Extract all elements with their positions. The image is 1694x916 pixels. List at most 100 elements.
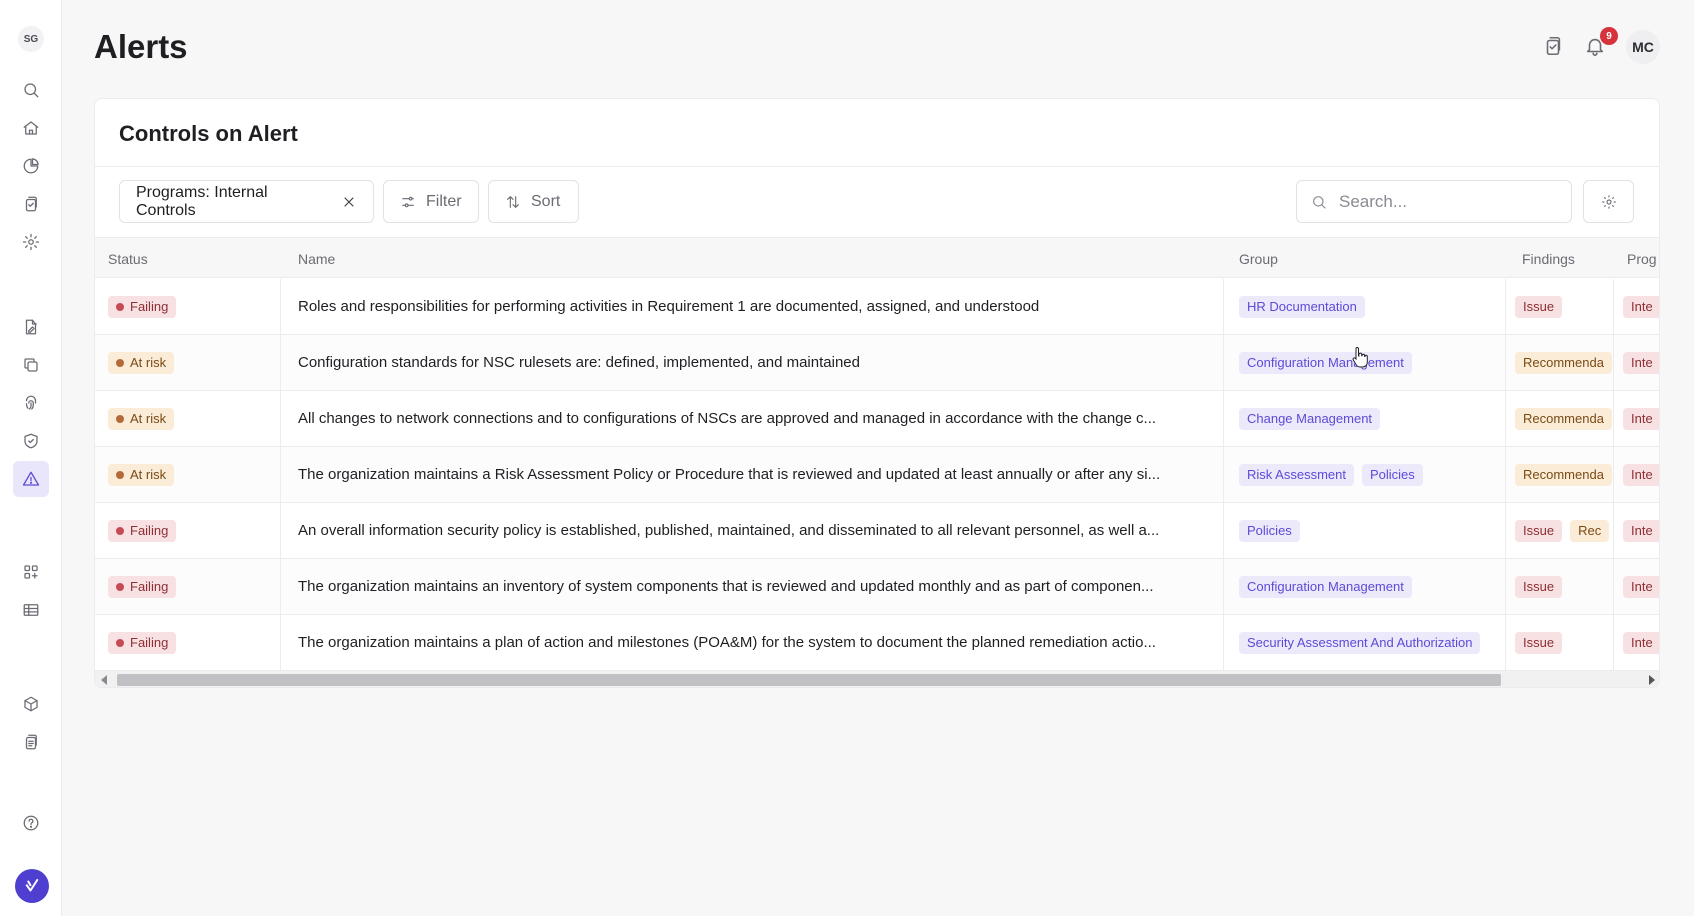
org-switcher[interactable]: SG	[18, 26, 44, 52]
program-tag: Inte	[1623, 575, 1659, 598]
program-tag: Inte	[1623, 295, 1659, 318]
finding-tags: Recommenda	[1515, 447, 1613, 502]
group-tag[interactable]: Configuration Management	[1239, 575, 1412, 598]
group-tags: Policies	[1239, 503, 1300, 558]
card-title: Controls on Alert	[119, 121, 298, 146]
search-field[interactable]	[1296, 180, 1572, 223]
cube-icon[interactable]	[13, 686, 49, 722]
finding-tags: Issue	[1515, 559, 1613, 614]
group-tag[interactable]: Policies	[1239, 519, 1300, 542]
layers-icon[interactable]	[13, 347, 49, 383]
finding-tags: Issue	[1515, 615, 1613, 670]
page-title: Alerts	[94, 28, 188, 65]
column-header-name[interactable]: Name	[298, 251, 335, 267]
control-name[interactable]: The organization maintains a Risk Assess…	[298, 466, 1160, 483]
alert-triangle-icon[interactable]	[13, 461, 49, 497]
group-tags: Configuration Management	[1239, 335, 1412, 390]
group-tags: Configuration Management	[1239, 559, 1412, 614]
group-tag[interactable]: Security Assessment And Authorization	[1239, 631, 1481, 654]
finding-tag: Issue	[1515, 295, 1563, 318]
scrollbar-thumb[interactable]	[117, 674, 1501, 686]
tasks-clipboard-icon[interactable]	[1542, 35, 1566, 59]
finding-tag: Issue	[1515, 519, 1563, 542]
group-tags: Security Assessment And Authorization	[1239, 615, 1481, 670]
home-icon[interactable]	[13, 110, 49, 146]
group-tag[interactable]: HR Documentation	[1239, 295, 1365, 318]
user-avatar[interactable]: MC	[1626, 30, 1660, 64]
group-tag[interactable]: Configuration Management	[1239, 351, 1412, 374]
program-tag: Inte	[1623, 463, 1659, 486]
control-name[interactable]: Configuration standards for NSC rulesets…	[298, 354, 860, 371]
sort-arrows-icon	[507, 195, 519, 208]
table-row[interactable]: Failing An overall information security …	[95, 503, 1659, 559]
status-badge: Failing	[108, 575, 177, 598]
control-name[interactable]: All changes to network connections and t…	[298, 410, 1156, 427]
card-divider	[95, 166, 1659, 167]
control-name[interactable]: The organization maintains an inventory …	[298, 578, 1154, 595]
finding-tags: Recommenda	[1515, 391, 1613, 446]
search-input[interactable]	[1339, 191, 1539, 212]
program-filter-chip[interactable]: Programs: Internal Controls	[119, 180, 374, 223]
finding-tag: Recommenda	[1515, 351, 1612, 374]
filter-button[interactable]: Filter	[383, 180, 479, 223]
table-row[interactable]: At risk All changes to network connectio…	[95, 391, 1659, 447]
control-name[interactable]: An overall information security policy i…	[298, 522, 1159, 539]
pie-chart-icon[interactable]	[13, 148, 49, 184]
document-edit-icon[interactable]	[13, 309, 49, 345]
column-header-status[interactable]: Status	[108, 251, 148, 267]
controls-on-alert-card: Controls on Alert Programs: Internal Con…	[94, 98, 1660, 688]
table-row[interactable]: At risk The organization maintains a Ris…	[95, 447, 1659, 503]
table-row[interactable]: Failing The organization maintains a pla…	[95, 615, 1659, 671]
search-icon	[1313, 195, 1326, 209]
status-badge: At risk	[108, 351, 175, 374]
search-icon[interactable]	[13, 72, 49, 108]
group-tag[interactable]: Policies	[1361, 463, 1423, 486]
gear-icon	[1601, 194, 1616, 209]
group-tag[interactable]: Change Management	[1239, 407, 1381, 430]
program-tag: Inte	[1623, 519, 1659, 542]
control-name[interactable]: The organization maintains a plan of act…	[298, 634, 1156, 651]
grid-plus-icon[interactable]	[13, 554, 49, 590]
finding-tag: Recommenda	[1515, 463, 1612, 486]
scroll-left-arrow[interactable]	[101, 675, 107, 685]
table-icon[interactable]	[13, 592, 49, 628]
finding-tag: Issue	[1515, 631, 1563, 654]
status-badge: Failing	[108, 295, 177, 318]
table-row[interactable]: Failing The organization maintains an in…	[95, 559, 1659, 615]
sort-button[interactable]: Sort	[488, 180, 579, 223]
group-tag[interactable]: Risk Assessment	[1239, 463, 1354, 486]
column-header-findings[interactable]: Findings	[1522, 251, 1575, 267]
finding-tags: Recommenda	[1515, 335, 1613, 390]
finding-tag: Issue	[1515, 575, 1563, 598]
program-tag: Inte	[1623, 407, 1659, 430]
table-row[interactable]: At risk Configuration standards for NSC …	[95, 335, 1659, 391]
group-tags: Risk Assessment Policies	[1239, 447, 1423, 502]
status-badge: Failing	[108, 631, 177, 654]
control-name[interactable]: Roles and responsibilities for performin…	[298, 298, 1039, 315]
column-header-group[interactable]: Group	[1239, 251, 1278, 267]
fingerprint-icon[interactable]	[13, 385, 49, 421]
header-actions: 9 MC	[1542, 27, 1660, 64]
finding-tag: Rec	[1570, 519, 1610, 542]
sliders-icon	[402, 196, 414, 207]
program-filter-label: Programs: Internal Controls	[136, 183, 268, 219]
status-badge: Failing	[108, 519, 177, 542]
clipboard-copy-icon[interactable]	[13, 186, 49, 222]
shield-check-icon[interactable]	[13, 423, 49, 459]
help-circle-icon[interactable]	[13, 805, 49, 841]
scroll-right-arrow[interactable]	[1649, 675, 1655, 685]
column-header-program[interactable]: Prog	[1627, 251, 1657, 267]
finding-tags: Issue	[1515, 279, 1613, 334]
brand-logo[interactable]	[15, 869, 49, 903]
clipboard-list-icon[interactable]	[13, 724, 49, 760]
close-icon[interactable]	[341, 194, 357, 210]
finding-tag: Recommenda	[1515, 407, 1612, 430]
table-row[interactable]: Failing Roles and responsibilities for p…	[95, 279, 1659, 335]
table-settings-button[interactable]	[1583, 180, 1634, 223]
bell-icon[interactable]: 9	[1584, 27, 1618, 59]
hand-cursor-icon	[1352, 346, 1368, 368]
finding-tags: Issue Rec	[1515, 503, 1613, 558]
gear-icon[interactable]	[13, 224, 49, 260]
sidebar: SG	[0, 0, 62, 916]
horizontal-scrollbar[interactable]	[95, 670, 1659, 687]
